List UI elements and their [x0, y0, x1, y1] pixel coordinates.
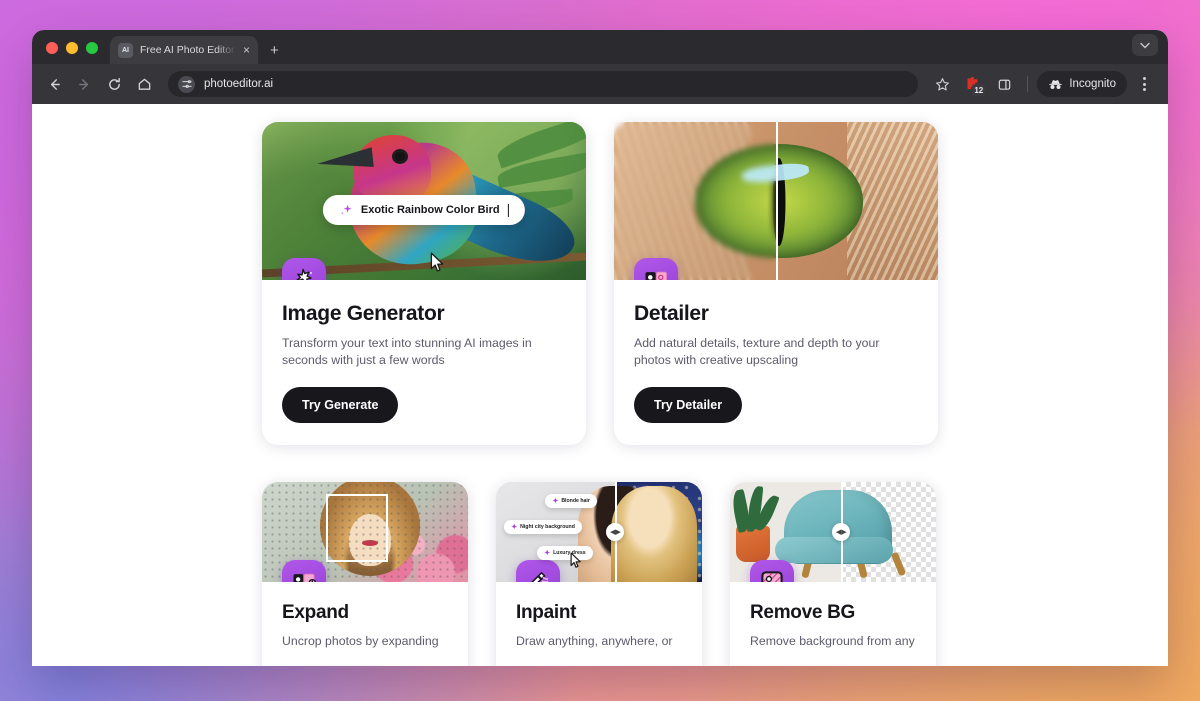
browser-window: AI Free AI Photo Editor: Automa × + phot…	[32, 30, 1168, 666]
card-body-expand: Expand Uncrop photos by expanding	[262, 582, 468, 666]
prompt-text: Exotic Rainbow Color Bird	[360, 204, 500, 217]
card-remove-bg[interactable]: ◀▶ Remove BG Remove background from any	[730, 482, 936, 666]
sparkle-icon: ✦	[544, 549, 551, 557]
expand-photo-icon	[282, 560, 326, 582]
feature-cards-row-1: Exotic Rainbow Color Bird Image Generato…	[262, 122, 938, 445]
card-expand[interactable]: Expand Uncrop photos by expanding	[262, 482, 468, 666]
card-media-detailer	[614, 122, 938, 280]
card-body-detailer: Detailer Add natural details, texture an…	[614, 280, 938, 445]
maximize-window-button[interactable]	[86, 42, 98, 54]
extensions-badge: 12	[972, 84, 986, 96]
feature-cards-row-2: Expand Uncrop photos by expanding ✦ Blon…	[262, 482, 936, 666]
split-tab-icon	[998, 79, 1011, 90]
inpaint-pill-luxury-dress[interactable]: ✦ Luxury dress	[537, 546, 593, 560]
magic-wand-icon	[282, 258, 326, 280]
compare-divider	[776, 122, 778, 280]
forward-arrow-icon	[78, 78, 88, 90]
card-body-image-generator: Image Generator Transform your text into…	[262, 280, 586, 445]
toolbar-right-actions: 12 Incognito	[928, 70, 1158, 98]
toolbar-divider	[1027, 76, 1029, 92]
bookmark-button[interactable]	[928, 70, 956, 98]
forward-button[interactable]	[70, 70, 98, 98]
incognito-icon	[1049, 79, 1063, 89]
back-button[interactable]	[40, 70, 68, 98]
card-title: Expand	[282, 602, 349, 623]
card-body-inpaint: Inpaint Draw anything, anywhere, or	[496, 582, 702, 666]
card-description: Remove background from any	[750, 634, 915, 648]
cat-eye-artwork	[614, 122, 938, 280]
split-tab-button[interactable]	[990, 70, 1018, 98]
browser-tab[interactable]: AI Free AI Photo Editor: Automa ×	[110, 36, 258, 64]
reload-button[interactable]	[100, 70, 128, 98]
inpaint-pill-blonde-hair[interactable]: ✦ Blonde hair	[545, 494, 597, 508]
card-description: Draw anything, anywhere, or	[516, 634, 673, 648]
close-window-button[interactable]	[46, 42, 58, 54]
card-description: Uncrop photos by expanding	[282, 634, 439, 648]
extensions-button[interactable]: 12	[959, 70, 987, 98]
card-detailer[interactable]: Detailer Add natural details, texture an…	[614, 122, 938, 445]
card-description: Add natural details, texture and depth t…	[634, 336, 880, 367]
card-media-inpaint: ✦ Blonde hair ✦ Night city background ✦ …	[496, 482, 702, 582]
home-icon	[138, 78, 150, 90]
tab-close-icon[interactable]: ×	[243, 44, 250, 56]
chevron-down-icon	[1140, 42, 1150, 48]
compare-slider-icon[interactable]: ◀▶	[606, 523, 625, 541]
tab-strip: AI Free AI Photo Editor: Automa × +	[32, 30, 1168, 64]
pill-text: Night city background	[520, 524, 575, 530]
try-detailer-button[interactable]: Try Detailer	[634, 386, 743, 423]
star-icon	[935, 77, 949, 90]
window-controls	[32, 42, 110, 64]
crop-frame	[325, 494, 388, 562]
reload-icon	[108, 77, 120, 90]
tab-favicon-icon: AI	[118, 42, 133, 58]
tab-title: Free AI Photo Editor: Automa	[140, 44, 236, 56]
card-inpaint[interactable]: ✦ Blonde hair ✦ Night city background ✦ …	[496, 482, 702, 666]
before-half	[614, 122, 776, 280]
card-title: Inpaint	[516, 602, 577, 623]
back-arrow-icon	[50, 78, 60, 90]
window-expand-button[interactable]	[1132, 34, 1158, 56]
card-body-remove-bg: Remove BG Remove background from any	[730, 582, 936, 666]
new-tab-button[interactable]: +	[270, 43, 279, 58]
try-generate-button[interactable]: Try Generate	[282, 386, 399, 423]
minimize-window-button[interactable]	[66, 42, 78, 54]
sparkle-icon: ✦	[552, 497, 559, 505]
card-media-expand	[262, 482, 468, 582]
card-title: Image Generator	[282, 302, 445, 325]
kebab-menu-icon	[1142, 77, 1146, 91]
site-settings-icon[interactable]	[178, 75, 195, 93]
incognito-label: Incognito	[1069, 78, 1116, 90]
card-image-generator[interactable]: Exotic Rainbow Color Bird Image Generato…	[262, 122, 586, 445]
text-caret	[507, 203, 510, 217]
paintbrush-icon	[516, 560, 560, 582]
card-media-image-generator: Exotic Rainbow Color Bird	[262, 122, 586, 280]
split-photo-icon	[634, 258, 678, 280]
url-text[interactable]: photoeditor.ai	[204, 78, 273, 90]
page-content: Exotic Rainbow Color Bird Image Generato…	[32, 104, 1168, 666]
incognito-indicator[interactable]: Incognito	[1037, 71, 1127, 97]
prompt-pill[interactable]: Exotic Rainbow Color Bird	[322, 195, 526, 226]
sparkle-icon: ✦	[511, 523, 518, 531]
home-button[interactable]	[130, 70, 158, 98]
pill-text: Blonde hair	[561, 498, 590, 504]
inpaint-pill-night-city-background[interactable]: ✦ Night city background	[504, 520, 582, 534]
compare-slider-icon[interactable]: ◀▶	[832, 523, 851, 541]
card-title: Remove BG	[750, 602, 856, 623]
browser-menu-button[interactable]	[1130, 70, 1158, 98]
card-media-remove-bg: ◀▶	[730, 482, 936, 582]
mouse-cursor-icon	[431, 252, 444, 272]
card-title: Detailer	[634, 302, 709, 325]
card-description: Transform your text into stunning AI ima…	[282, 336, 532, 367]
mouse-cursor-icon	[570, 552, 581, 568]
remove-background-icon	[750, 560, 794, 582]
browser-toolbar: photoeditor.ai 12 Incognito	[32, 64, 1168, 104]
sparkle-icon	[340, 205, 352, 216]
address-bar[interactable]: photoeditor.ai	[168, 71, 919, 97]
